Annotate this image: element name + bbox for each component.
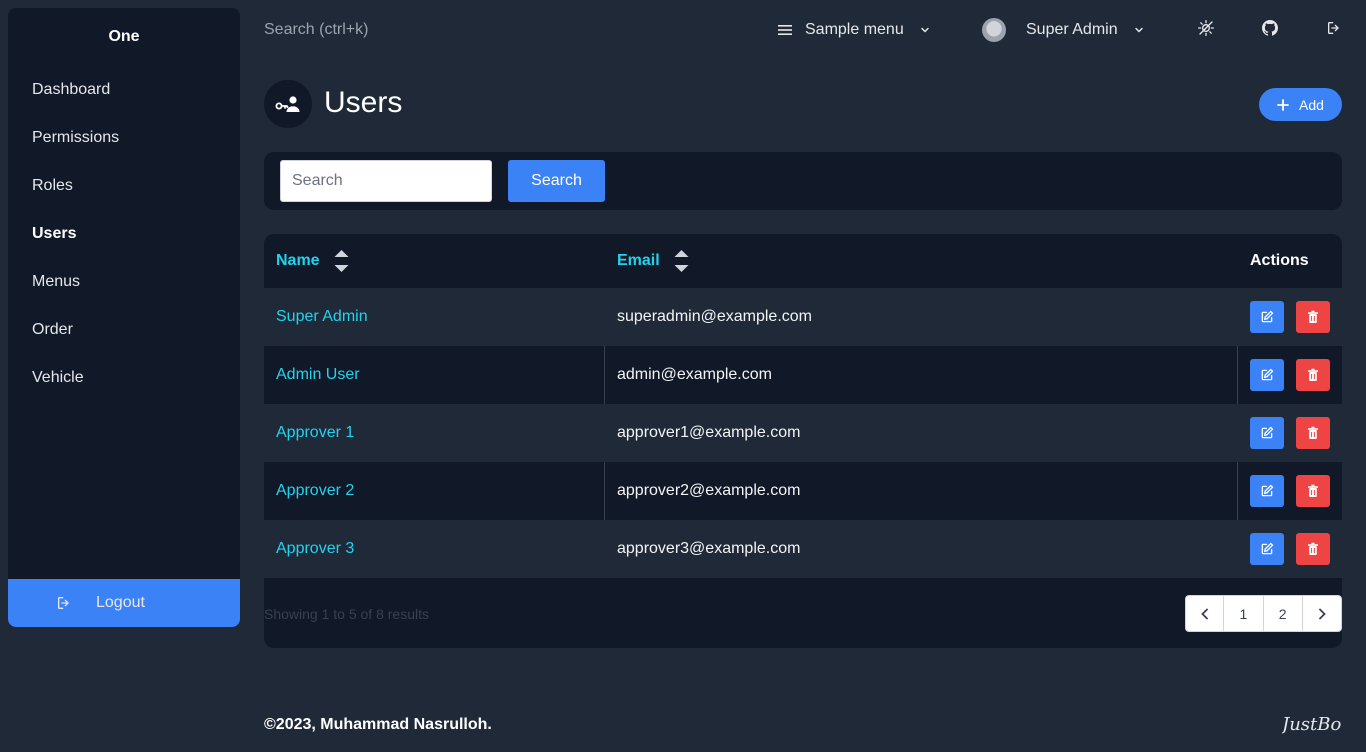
user-key-icon [264,80,312,128]
logout-icon[interactable] [1325,19,1343,37]
edit-button[interactable] [1250,301,1284,333]
page-title: Users [324,86,403,119]
table-row: Approver 1 approver1@example.com [264,404,1342,462]
add-user-button[interactable]: Add [1259,88,1342,121]
edit-button[interactable] [1250,475,1284,507]
search-button[interactable]: Search [508,160,605,202]
github-icon[interactable] [1261,19,1279,37]
edit-icon [1261,484,1274,497]
column-header-name-label: Name [276,252,320,269]
sidebar-item-dashboard[interactable]: Dashboard [8,66,240,114]
page-button-1[interactable]: 1 [1224,596,1264,631]
sidebar-item-vehicle[interactable]: Vehicle [8,354,240,402]
page-button-2[interactable]: 2 [1264,596,1303,631]
edit-button[interactable] [1250,533,1284,565]
chevron-right-icon [1318,608,1326,619]
column-header-name[interactable]: Name [276,234,350,288]
user-name-link[interactable]: Approver 2 [276,462,354,520]
trash-icon [1308,368,1318,381]
user-email: approver1@example.com [617,424,801,441]
chevron-left-icon [1200,608,1208,619]
sidebar-item-permissions[interactable]: Permissions [8,114,240,162]
edit-icon [1261,426,1274,439]
sidebar-logout-button[interactable]: Logout [8,579,240,627]
sidebar: One Dashboard Permissions Roles Users Me… [8,8,240,627]
search-panel: Search [264,152,1342,210]
user-name-link[interactable]: Approver 1 [276,404,354,462]
column-divider [1237,462,1238,520]
delete-button[interactable] [1296,533,1330,565]
table-row: Approver 2 approver2@example.com [264,462,1342,520]
trash-icon [1308,484,1318,497]
column-divider [604,462,605,520]
trash-icon [1308,426,1318,439]
delete-button[interactable] [1296,417,1330,449]
user-name: Super Admin [1026,21,1118,38]
edit-button[interactable] [1250,417,1284,449]
sidebar-item-roles[interactable]: Roles [8,162,240,210]
sidebar-item-menus[interactable]: Menus [8,258,240,306]
theme-toggle-icon[interactable] [1197,19,1215,37]
plus-icon [1277,98,1289,111]
pagination: 1 2 [1185,595,1342,632]
trash-icon [1308,310,1318,323]
sample-menu-label: Sample menu [805,21,904,38]
delete-button[interactable] [1296,301,1330,333]
table-row: Super Admin superadmin@example.com [264,288,1342,346]
edit-button[interactable] [1250,359,1284,391]
edit-icon [1261,368,1274,381]
column-divider [1237,346,1238,404]
menu-icon [778,24,792,36]
user-menu-dropdown[interactable]: Super Admin [982,15,1144,45]
results-summary: Showing 1 to 5 of 8 results [264,606,429,622]
global-search-input[interactable] [264,19,524,41]
delete-button[interactable] [1296,475,1330,507]
add-button-label: Add [1299,96,1324,113]
svg-text:JustBoil: JustBoil [1282,714,1342,735]
table-row: Admin User admin@example.com [264,346,1342,404]
next-page-button[interactable] [1303,596,1341,631]
user-email: admin@example.com [617,366,772,383]
delete-button[interactable] [1296,359,1330,391]
sidebar-nav: Dashboard Permissions Roles Users Menus … [8,66,240,402]
logout-label: Logout [96,594,145,611]
justboil-logo[interactable]: JustBoil [1282,710,1342,738]
edit-icon [1261,310,1274,323]
user-name-link[interactable]: Super Admin [276,288,368,346]
chevron-down-icon [1134,25,1144,35]
user-email: approver3@example.com [617,540,801,557]
table-header: Name Email Actions [264,234,1342,288]
logout-icon [56,595,72,611]
search-input[interactable] [280,160,492,202]
edit-icon [1261,542,1274,555]
chevron-down-icon [920,25,930,35]
user-email: approver2@example.com [617,482,801,499]
user-email: superadmin@example.com [617,308,812,325]
sample-menu-dropdown[interactable]: Sample menu [778,15,930,45]
footer-copyright: ©2023, Muhammad Nasrulloh. [264,716,492,733]
column-header-actions: Actions [1250,252,1309,269]
column-header-email-label: Email [617,252,660,269]
avatar [982,18,1006,42]
table-row: Approver 3 approver3@example.com [264,520,1342,578]
sort-icon [673,248,690,274]
sidebar-item-order[interactable]: Order [8,306,240,354]
column-divider [604,346,605,404]
sidebar-item-users[interactable]: Users [8,210,240,258]
user-name-link[interactable]: Approver 3 [276,520,354,578]
column-header-email[interactable]: Email [617,234,690,288]
prev-page-button[interactable] [1186,596,1225,631]
brand-logo[interactable]: One [8,8,240,66]
trash-icon [1308,542,1318,555]
users-table: Name Email Actions Super Admin superadmi… [264,234,1342,648]
sort-icon [333,248,350,274]
user-name-link[interactable]: Admin User [276,346,360,404]
